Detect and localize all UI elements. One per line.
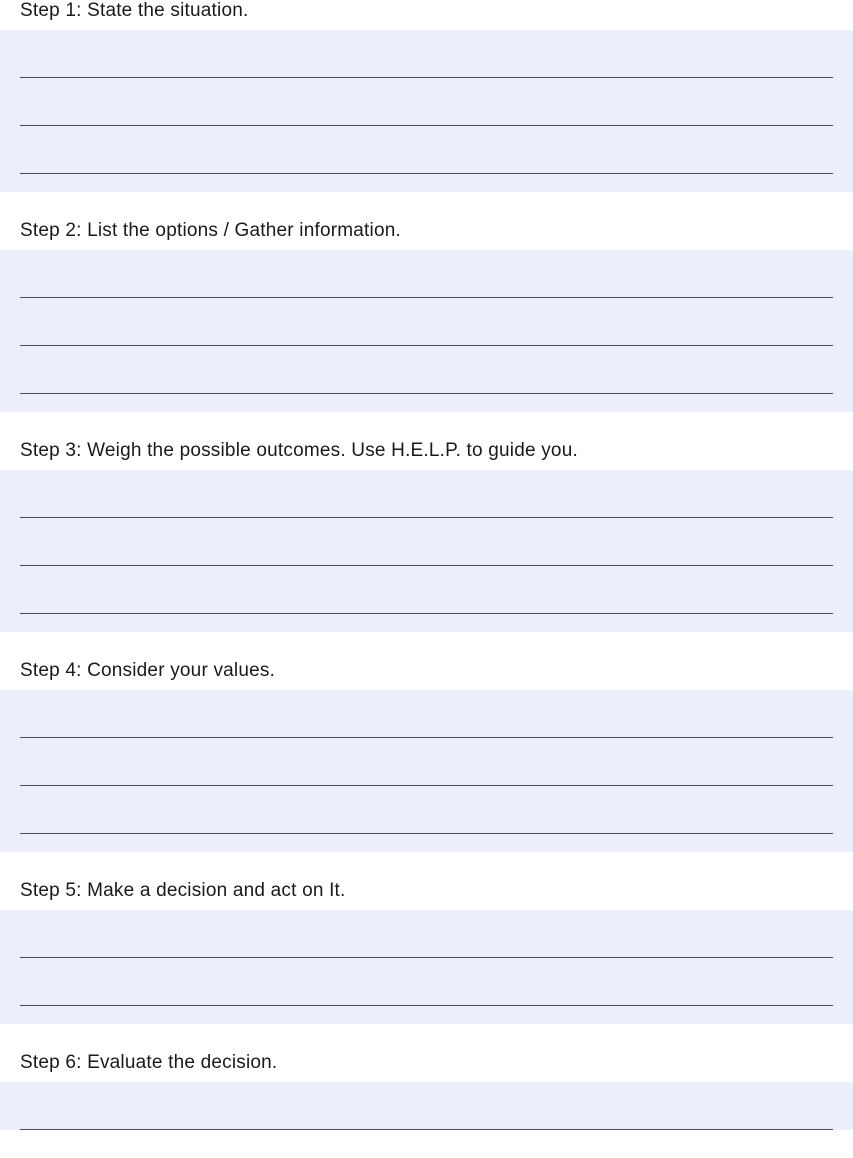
step-4-line-1[interactable] [20,690,833,738]
step-5-input-area [0,910,853,1024]
step-2-section: Step 2: List the options / Gather inform… [0,220,853,412]
step-2-line-1[interactable] [20,250,833,298]
step-2-line-3[interactable] [20,346,833,394]
step-3-line-2[interactable] [20,518,833,566]
step-4-line-2[interactable] [20,738,833,786]
step-5-section: Step 5: Make a decision and act on It. [0,880,853,1024]
step-4-section: Step 4: Consider your values. [0,660,853,852]
step-6-input-area [0,1082,853,1130]
step-1-input-area [0,30,853,192]
step-6-line-1[interactable] [20,1082,833,1130]
step-2-input-area [0,250,853,412]
step-3-input-area [0,470,853,632]
step-5-line-2[interactable] [20,958,833,1006]
step-5-line-1[interactable] [20,910,833,958]
step-3-section: Step 3: Weigh the possible outcomes. Use… [0,440,853,632]
step-4-heading: Step 4: Consider your values. [0,660,853,690]
step-5-heading: Step 5: Make a decision and act on It. [0,880,853,910]
decision-worksheet: Step 1: State the situation. Step 2: Lis… [0,0,853,1130]
step-4-input-area [0,690,853,852]
step-2-heading: Step 2: List the options / Gather inform… [0,220,853,250]
step-1-line-1[interactable] [20,30,833,78]
step-6-heading: Step 6: Evaluate the decision. [0,1052,853,1082]
step-6-section: Step 6: Evaluate the decision. [0,1052,853,1130]
step-1-line-2[interactable] [20,78,833,126]
step-3-heading: Step 3: Weigh the possible outcomes. Use… [0,440,853,470]
step-3-line-1[interactable] [20,470,833,518]
step-3-line-3[interactable] [20,566,833,614]
step-1-line-3[interactable] [20,126,833,174]
step-4-line-3[interactable] [20,786,833,834]
step-1-section: Step 1: State the situation. [0,0,853,192]
step-2-line-2[interactable] [20,298,833,346]
step-1-heading: Step 1: State the situation. [0,0,853,30]
